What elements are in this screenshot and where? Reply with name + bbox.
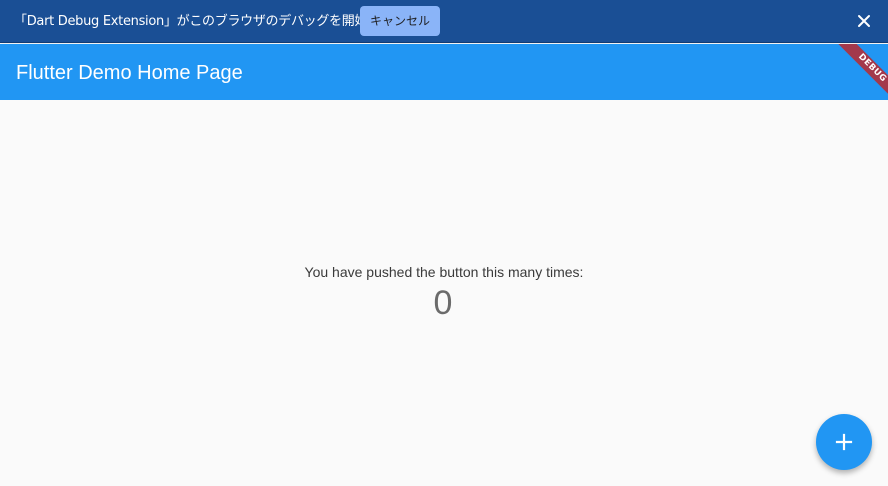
increment-button[interactable]: [816, 414, 872, 470]
page-title: Flutter Demo Home Page: [16, 62, 243, 84]
app-bar: Flutter Demo Home Page DEBUG: [0, 44, 888, 100]
debug-banner-label: DEBUG: [837, 44, 888, 100]
debug-banner: DEBUG: [828, 44, 888, 100]
counter-label: You have pushed the button this many tim…: [304, 264, 584, 280]
infobar-message: 「Dart Debug Extension」がこのブラウザのデバッグを開始しまし…: [14, 14, 418, 29]
cancel-button[interactable]: キャンセル: [360, 6, 440, 36]
close-icon[interactable]: [854, 11, 874, 31]
counter-value: 0: [433, 284, 453, 322]
browser-infobar: 「Dart Debug Extension」がこのブラウザのデバッグを開始しまし…: [0, 0, 888, 43]
plus-icon: [835, 433, 853, 451]
main-content: You have pushed the button this many tim…: [0, 100, 888, 486]
